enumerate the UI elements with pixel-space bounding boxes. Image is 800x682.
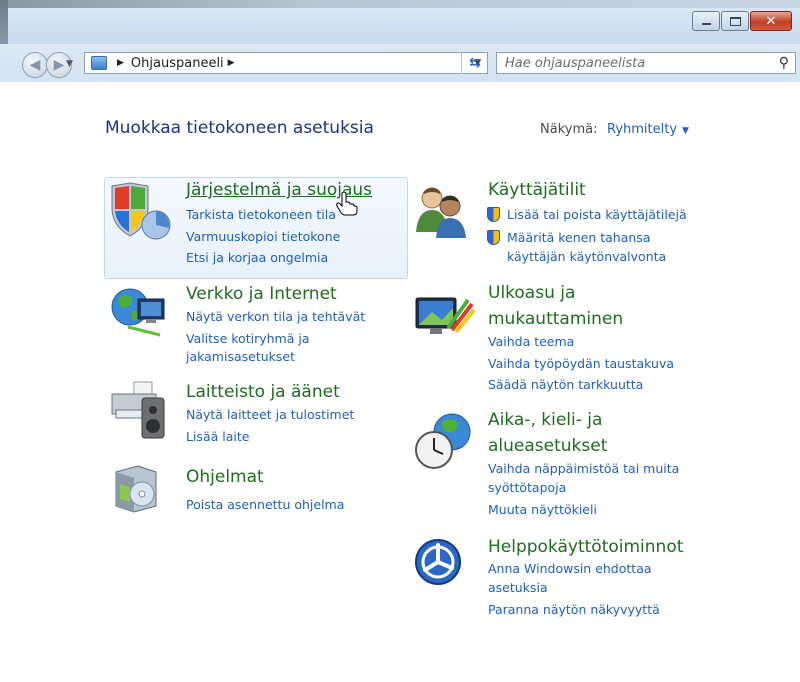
uac-shield-icon (487, 230, 500, 245)
link-optimize-display[interactable]: Paranna näytön näkyvyyttä (488, 602, 660, 617)
recent-pages-dropdown[interactable]: ▼ (66, 59, 73, 69)
category-title-programs[interactable]: Ohjelmat (186, 467, 264, 487)
desktop-background (0, 0, 800, 8)
navigation-bar: ◀ ▶ ▼ ▶ Ohjauspaneeli ▶ ▼ ⇆ ⚲ (0, 44, 800, 82)
category-title-clock-line2[interactable]: alueasetukset (488, 436, 607, 456)
category-title-appearance-line2[interactable]: mukauttaminen (488, 309, 623, 329)
view-mode-value: Ryhmitelty (607, 122, 678, 137)
category-title-network[interactable]: Verkko ja Internet (186, 284, 337, 304)
link-troubleshoot[interactable]: Etsi ja korjaa ongelmia (186, 250, 328, 265)
link-input-methods[interactable]: syöttötapoja (488, 480, 566, 495)
printer-speaker-icon (111, 381, 165, 439)
link-check-status[interactable]: Tarkista tietokoneen tila (186, 207, 336, 222)
link-parental-controls[interactable]: Määritä kenen tahansa (507, 230, 650, 245)
link-add-device[interactable]: Lisää laite (186, 429, 249, 444)
breadcrumb-control-panel[interactable]: Ohjauspaneeli (131, 56, 224, 71)
desktop-edge (0, 0, 8, 44)
search-box[interactable]: ⚲ (496, 52, 796, 74)
breadcrumb-separator-icon[interactable]: ▶ (228, 58, 235, 68)
control-panel-icon (91, 56, 107, 70)
close-icon: ✕ (765, 13, 777, 29)
breadcrumb-separator-icon[interactable]: ▶ (117, 58, 124, 68)
search-icon[interactable]: ⚲ (779, 55, 789, 71)
link-sharing-options[interactable]: jakamisasetukset (186, 349, 295, 364)
link-recommend-settings-cont[interactable]: asetuksia (488, 580, 548, 595)
link-homegroup[interactable]: Valitse kotiryhmä ja (186, 331, 309, 346)
link-change-theme[interactable]: Vaihda teema (488, 334, 574, 349)
refresh-icon: ⇆ (469, 55, 481, 71)
address-bar[interactable]: ▶ Ohjauspaneeli ▶ ▼ (84, 52, 488, 74)
uac-shield-icon (487, 207, 500, 222)
link-uninstall-program[interactable]: Poista asennettu ohjelma (186, 497, 344, 512)
link-parental-controls-cont[interactable]: käyttäjän käytönvalvonta (507, 249, 666, 264)
window-controls: ✕ (691, 11, 792, 31)
link-recommend-settings[interactable]: Anna Windowsin ehdottaa (488, 561, 652, 576)
link-display-language[interactable]: Muuta näyttökieli (488, 502, 597, 517)
accessibility-icon (415, 539, 461, 585)
link-keyboards[interactable]: Vaihda näppäimistöä tai muita (488, 461, 679, 476)
clock-globe-icon (415, 413, 471, 469)
link-network-status[interactable]: Näytä verkon tila ja tehtävät (186, 309, 365, 324)
close-button[interactable]: ✕ (750, 11, 792, 31)
link-backup[interactable]: Varmuuskopioi tietokone (186, 229, 340, 244)
programs-box-icon (115, 465, 157, 513)
category-title-ease-of-access[interactable]: Helppokäyttötoiminnot (488, 537, 683, 557)
maximize-icon (729, 16, 741, 26)
page-title: Muokkaa tietokoneen asetuksia (105, 118, 374, 138)
category-title-hardware[interactable]: Laitteisto ja äänet (186, 382, 340, 402)
refresh-button[interactable]: ⇆ (461, 52, 488, 74)
back-arrow-icon: ◀ (29, 57, 41, 73)
forward-arrow-icon: ▶ (53, 57, 65, 73)
link-screen-resolution[interactable]: Säädä näytön tarkkuutta (488, 377, 643, 392)
shield-pie-icon (111, 182, 171, 240)
users-icon (416, 187, 466, 238)
category-title-appearance-line1[interactable]: Ulkoasu ja (488, 283, 575, 303)
hand-cursor-icon (336, 192, 358, 216)
view-label: Näkymä: (540, 122, 598, 137)
monitor-paint-icon (415, 297, 476, 334)
back-button[interactable]: ◀ (22, 52, 48, 78)
search-input[interactable] (503, 54, 767, 72)
chevron-down-icon: ▼ (682, 126, 689, 136)
minimize-button[interactable] (692, 11, 720, 31)
link-devices-printers[interactable]: Näytä laitteet ja tulostimet (186, 407, 354, 422)
maximize-button[interactable] (721, 11, 749, 31)
link-change-background[interactable]: Vaihda työpöydän taustakuva (488, 356, 674, 371)
view-mode-dropdown[interactable]: Ryhmitelty ▼ (607, 122, 689, 137)
globe-network-icon (111, 288, 165, 337)
category-title-clock-line1[interactable]: Aika-, kieli- ja (488, 410, 602, 430)
link-add-remove-accounts[interactable]: Lisää tai poista käyttäjätilejä (507, 207, 687, 222)
minimize-icon (701, 23, 711, 25)
category-title-user-accounts[interactable]: Käyttäjätilit (488, 180, 586, 200)
